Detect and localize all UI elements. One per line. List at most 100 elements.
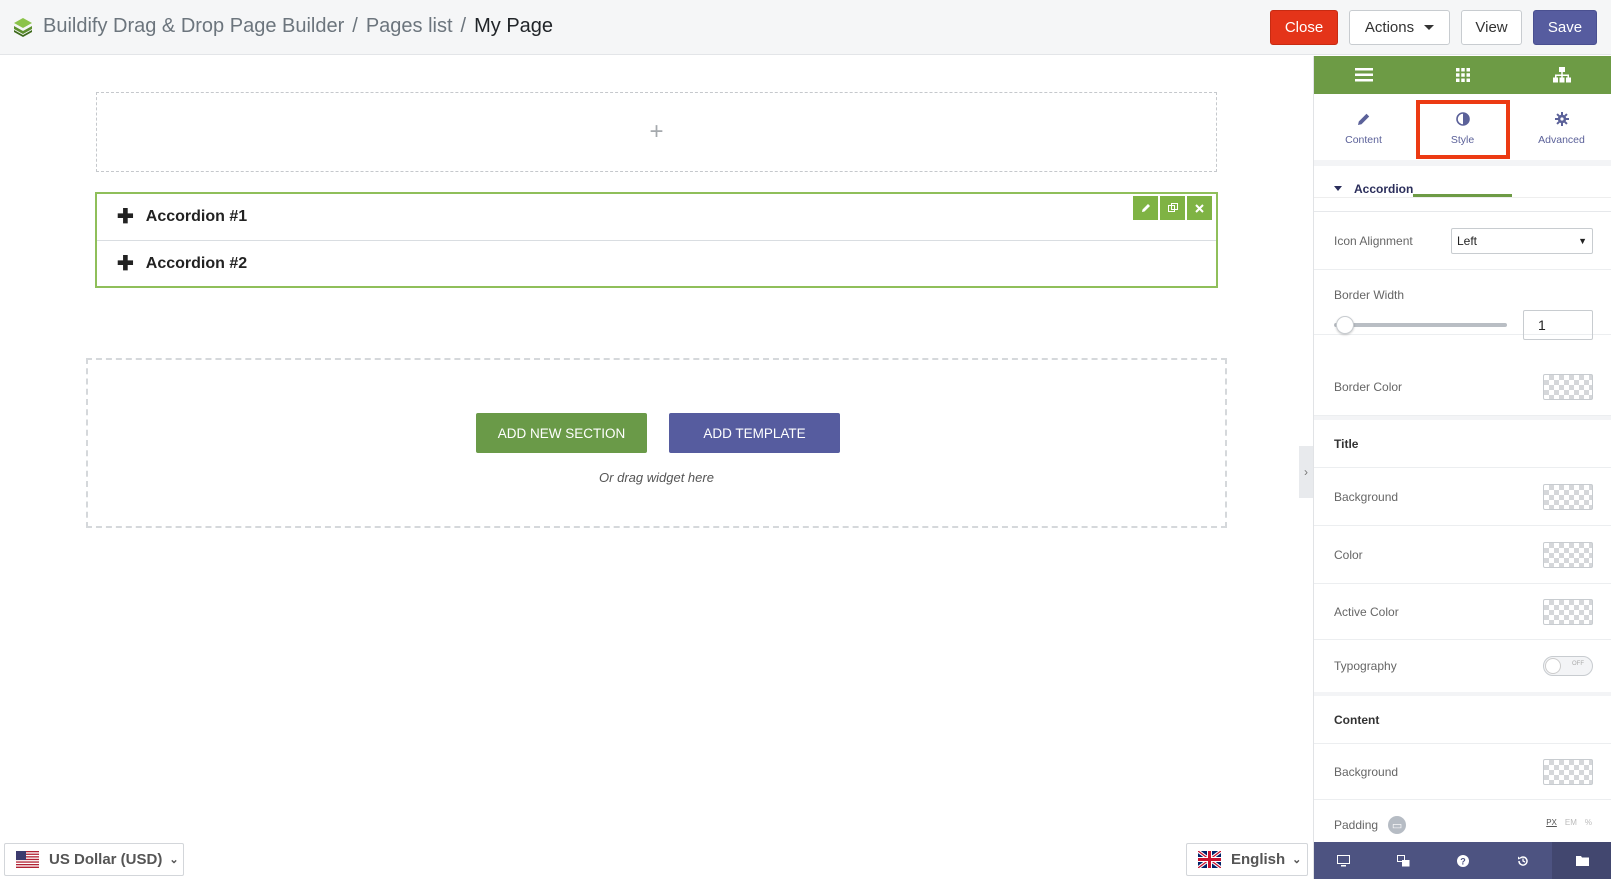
border-color-label: Border Color xyxy=(1334,379,1403,394)
currency-selector[interactable]: US Dollar (USD) ⌄ xyxy=(4,843,184,876)
add-template-button[interactable]: ADD TEMPLATE xyxy=(669,413,840,453)
border-color-control: Border Color xyxy=(1314,358,1611,416)
delete-widget-button[interactable] xyxy=(1187,196,1212,220)
chevron-down-icon: ⌄ xyxy=(1292,854,1302,866)
view-button[interactable]: View xyxy=(1461,10,1522,45)
app-name-link[interactable]: Buildify Drag & Drop Page Builder xyxy=(43,15,344,38)
title-active-color-label: Active Color xyxy=(1334,604,1399,619)
language-label: English xyxy=(1231,851,1286,868)
drop-zone[interactable]: ADD NEW SECTION ADD TEMPLATE Or drag wid… xyxy=(86,358,1227,528)
title-color-control: Color xyxy=(1314,526,1611,584)
grid-icon xyxy=(1455,68,1470,82)
title-active-color-picker[interactable] xyxy=(1543,598,1593,625)
history-button[interactable] xyxy=(1493,842,1553,879)
icon-alignment-control: Icon Alignment Left ▼ xyxy=(1314,212,1611,270)
title-background-control: Background xyxy=(1314,468,1611,526)
editor-panel: Content Style Advanced Accordion Icon Al… xyxy=(1313,56,1611,879)
panel-collapse-handle[interactable]: › xyxy=(1299,446,1313,498)
plus-icon: ✚ xyxy=(117,252,134,275)
responsive-icon[interactable]: ▭ xyxy=(1388,816,1407,834)
widget-toolbar xyxy=(1133,196,1212,220)
border-width-input[interactable]: 1 xyxy=(1523,310,1593,340)
edit-widget-button[interactable] xyxy=(1133,196,1158,220)
unit-percent[interactable]: % xyxy=(1585,818,1592,827)
close-icon xyxy=(1195,203,1204,213)
language-selector[interactable]: English ⌄ xyxy=(1186,843,1308,876)
breadcrumb: Buildify Drag & Drop Page Builder / Page… xyxy=(13,15,553,38)
us-flag-icon xyxy=(16,851,39,868)
unit-em[interactable]: EM xyxy=(1565,818,1577,827)
page-title: My Page xyxy=(474,15,554,37)
duplicate-widget-button[interactable] xyxy=(1160,196,1185,220)
section-accordion-title: Accordion xyxy=(1354,181,1414,196)
actions-button-label: Actions xyxy=(1364,19,1415,36)
add-section-placeholder[interactable]: + xyxy=(96,92,1217,172)
unit-switcher: PX EM % xyxy=(1546,818,1592,827)
tab-content-label: Content xyxy=(1345,134,1382,146)
border-width-control: Border Width 1 xyxy=(1314,270,1611,340)
title-color-picker[interactable] xyxy=(1543,541,1593,568)
save-button[interactable]: Save xyxy=(1533,10,1597,45)
content-padding-label: Padding xyxy=(1334,818,1379,832)
content-background-label: Background xyxy=(1334,764,1399,779)
section-accordion-header[interactable]: Accordion xyxy=(1314,166,1611,212)
content-background-picker[interactable] xyxy=(1543,758,1593,785)
templates-button[interactable] xyxy=(1374,842,1434,879)
slider-handle[interactable] xyxy=(1336,316,1354,334)
buildify-logo-icon xyxy=(14,17,32,37)
select-arrow-icon: ▼ xyxy=(1578,235,1587,246)
chevron-down-icon: ⌄ xyxy=(169,854,179,866)
clone-icon xyxy=(1396,854,1410,866)
history-icon xyxy=(1517,855,1528,866)
border-width-slider[interactable] xyxy=(1334,316,1507,334)
title-color-label: Color xyxy=(1334,547,1363,562)
plus-icon: + xyxy=(649,118,664,145)
unit-px[interactable]: PX xyxy=(1546,818,1557,827)
tab-advanced-label: Advanced xyxy=(1538,134,1585,146)
actions-dropdown-button[interactable]: Actions xyxy=(1349,10,1450,45)
navigator-button[interactable] xyxy=(1512,56,1611,94)
title-typography-control: Typography OFF xyxy=(1314,640,1611,692)
question-icon: ? xyxy=(1456,854,1469,867)
section-content-header: Content xyxy=(1314,696,1611,744)
icon-alignment-select[interactable]: Left ▼ xyxy=(1451,227,1593,254)
add-new-section-button[interactable]: ADD NEW SECTION xyxy=(476,413,647,453)
add-template-label: ADD TEMPLATE xyxy=(703,425,806,441)
border-width-label: Border Width xyxy=(1334,288,1405,302)
pencil-icon xyxy=(1141,204,1150,212)
responsive-mode-button[interactable] xyxy=(1314,842,1374,879)
panel-header xyxy=(1314,56,1611,94)
section-content-title: Content xyxy=(1334,712,1380,727)
widgets-button[interactable] xyxy=(1413,56,1512,94)
svg-text:?: ? xyxy=(1460,856,1466,866)
accordion-item-title: Accordion #2 xyxy=(145,254,248,272)
title-background-picker[interactable] xyxy=(1543,483,1593,510)
add-new-section-label: ADD NEW SECTION xyxy=(497,425,626,441)
panel-body: Accordion Icon Alignment Left ▼ Border W… xyxy=(1314,160,1611,850)
accordion-item[interactable]: ✚ Accordion #1 xyxy=(97,194,1216,240)
currency-label: US Dollar (USD) xyxy=(49,851,163,868)
typography-toggle[interactable]: OFF xyxy=(1543,656,1593,676)
caret-down-icon xyxy=(1424,25,1435,30)
pages-list-link[interactable]: Pages list xyxy=(366,15,453,38)
accordion-widget[interactable]: ✚ Accordion #1 ✚ Accordion #2 xyxy=(95,192,1218,288)
help-button[interactable]: ? xyxy=(1433,842,1493,879)
top-bar: Buildify Drag & Drop Page Builder / Page… xyxy=(0,0,1611,55)
breadcrumb-separator: / xyxy=(460,15,467,37)
border-color-picker[interactable] xyxy=(1543,373,1593,400)
navigator-folder-button[interactable] xyxy=(1552,842,1611,879)
accordion-item[interactable]: ✚ Accordion #2 xyxy=(97,240,1216,286)
sitemap-icon xyxy=(1552,67,1571,83)
accordion-item-title: Accordion #1 xyxy=(145,208,248,225)
save-button-label: Save xyxy=(1547,19,1583,36)
pencil-icon xyxy=(1357,113,1369,125)
breadcrumb-separator: / xyxy=(352,15,358,37)
menu-button[interactable] xyxy=(1314,56,1413,94)
copy-icon xyxy=(1167,203,1178,212)
chevron-right-icon: › xyxy=(1304,465,1308,479)
gear-icon xyxy=(1554,112,1569,126)
desktop-icon xyxy=(1337,854,1351,866)
uk-flag-icon xyxy=(1198,851,1221,868)
icon-alignment-label: Icon Alignment xyxy=(1334,233,1413,248)
close-button[interactable]: Close xyxy=(1270,10,1338,45)
